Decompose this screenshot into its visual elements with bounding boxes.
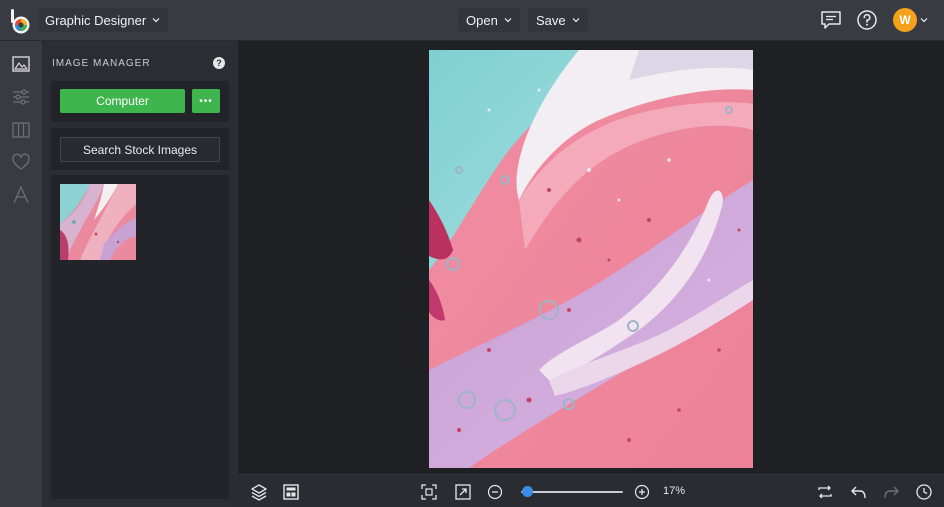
chevron-down-icon bbox=[152, 18, 160, 23]
panel-header: IMAGE MANAGER ? bbox=[42, 41, 238, 81]
open-menu[interactable]: Open bbox=[458, 8, 520, 32]
stock-box: Search Stock Images bbox=[51, 128, 229, 170]
user-initial: W bbox=[899, 13, 911, 27]
canvas-artwork[interactable] bbox=[429, 50, 753, 468]
search-stock-images-button[interactable]: Search Stock Images bbox=[60, 137, 220, 162]
text-icon[interactable] bbox=[11, 185, 31, 205]
top-bar: Graphic Designer Open Save W bbox=[0, 0, 944, 41]
zoom-percentage: 17% bbox=[663, 485, 686, 497]
chevron-down-icon[interactable] bbox=[920, 16, 928, 24]
image-manager-panel: IMAGE MANAGER ? Computer ••• Search Stoc… bbox=[42, 41, 238, 507]
more-sources-button[interactable]: ••• bbox=[192, 89, 220, 113]
thumbnail-image bbox=[60, 184, 136, 260]
canvas-area[interactable] bbox=[238, 41, 944, 474]
user-avatar[interactable]: W bbox=[893, 8, 917, 32]
panel-title: IMAGE MANAGER bbox=[52, 58, 151, 69]
mode-label: Graphic Designer bbox=[45, 12, 147, 28]
help-icon[interactable] bbox=[856, 9, 878, 31]
chevron-down-icon bbox=[504, 18, 512, 23]
image-thumbnail[interactable] bbox=[60, 184, 136, 260]
layers-icon[interactable] bbox=[250, 483, 268, 501]
image-icon[interactable] bbox=[11, 54, 31, 74]
save-menu[interactable]: Save bbox=[528, 8, 588, 32]
layout-icon[interactable] bbox=[282, 483, 300, 501]
flip-icon[interactable] bbox=[816, 483, 834, 501]
fit-to-screen-icon[interactable] bbox=[420, 483, 438, 501]
bottom-toolbar: 17% bbox=[238, 474, 944, 507]
befunky-logo-icon[interactable] bbox=[8, 8, 32, 34]
columns-icon[interactable] bbox=[11, 120, 31, 140]
computer-upload-button[interactable]: Computer bbox=[60, 89, 185, 113]
open-label: Open bbox=[466, 12, 498, 28]
zoom-slider[interactable] bbox=[521, 486, 623, 497]
image-library bbox=[51, 175, 229, 499]
artwork-image bbox=[429, 50, 753, 468]
redo-icon[interactable] bbox=[882, 483, 900, 501]
heart-icon[interactable] bbox=[11, 152, 31, 172]
expand-icon[interactable] bbox=[454, 483, 472, 501]
undo-icon[interactable] bbox=[850, 483, 868, 501]
feedback-icon[interactable] bbox=[820, 9, 842, 31]
mode-switcher[interactable]: Graphic Designer bbox=[39, 8, 169, 32]
zoom-in-icon[interactable] bbox=[634, 484, 650, 500]
panel-help-icon[interactable]: ? bbox=[213, 57, 225, 69]
zoom-out-icon[interactable] bbox=[487, 484, 503, 500]
tool-rail bbox=[0, 41, 42, 507]
history-icon[interactable] bbox=[915, 483, 933, 501]
sliders-icon[interactable] bbox=[11, 87, 31, 107]
save-label: Save bbox=[536, 12, 566, 28]
upload-box: Computer ••• bbox=[51, 81, 229, 122]
zoom-slider-handle[interactable] bbox=[522, 486, 534, 497]
app-root: Graphic Designer Open Save W IMAGE MANAG… bbox=[0, 0, 944, 507]
chevron-down-icon bbox=[572, 18, 580, 23]
